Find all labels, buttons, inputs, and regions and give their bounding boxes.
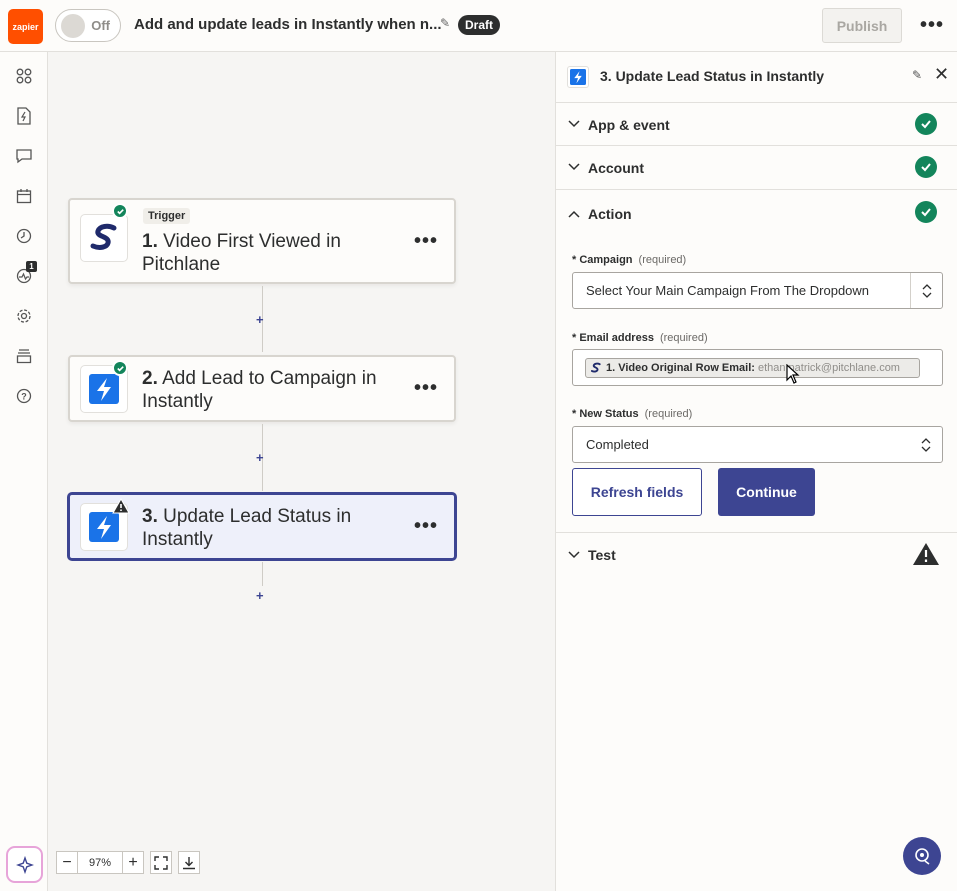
fit-view-button[interactable] (150, 851, 172, 874)
pitchlane-app-icon (590, 362, 601, 373)
step-title: 3. Update Lead Status in Instantly (142, 506, 352, 550)
warning-icon (112, 498, 130, 514)
new-status-select[interactable]: Completed (572, 426, 943, 463)
step-menu-icon[interactable]: ••• (414, 377, 438, 400)
section-title: App & event (588, 117, 670, 133)
mouse-cursor-icon (786, 364, 800, 384)
support-icon (915, 848, 930, 865)
toggle-knob (61, 14, 85, 38)
expand-icon (154, 855, 168, 870)
check-circle-icon (915, 201, 937, 223)
new-status-value: Completed (586, 437, 649, 452)
email-address-field[interactable]: 1. Video Original Row Email: ethan.patri… (572, 349, 943, 386)
step-title: 2. Add Lead to Campaign in Instantly (142, 368, 377, 412)
section-app-event[interactable]: App & event (556, 103, 957, 146)
email-label: * Email address (required) (572, 332, 708, 344)
check-icon (112, 360, 128, 376)
step-menu-icon[interactable]: ••• (414, 515, 438, 538)
chevron-updown-icon (910, 427, 942, 462)
chevron-down-icon (568, 548, 580, 562)
pill-field-name: 1. Video Original Row Email: (606, 362, 755, 374)
new-status-label: * New Status (required) (572, 408, 693, 420)
step-editor-panel: 3. Update Lead Status in Instantly ✎ ✕ A… (555, 52, 957, 891)
sparkle-icon (15, 855, 34, 874)
svg-text:?: ? (21, 392, 27, 402)
mapped-field-pill[interactable]: 1. Video Original Row Email: ethan.patri… (585, 358, 920, 378)
check-icon (112, 203, 128, 219)
logo-text: zapier (12, 21, 39, 32)
publish-button[interactable]: Publish (822, 8, 902, 43)
section-account[interactable]: Account (556, 146, 957, 190)
ai-copilot-button[interactable] (6, 846, 43, 883)
history-icon[interactable] (14, 226, 34, 246)
section-title[interactable]: Action (588, 206, 632, 222)
more-options-icon[interactable]: ••• (920, 14, 944, 37)
chevron-up-icon[interactable] (568, 207, 580, 221)
zoom-in-button[interactable]: + (122, 851, 144, 874)
left-sidebar: 1 ? (0, 52, 48, 891)
status-badge: Draft (458, 15, 501, 35)
zap-file-icon[interactable] (14, 106, 34, 126)
calendar-icon[interactable] (14, 186, 34, 206)
add-step-icon[interactable]: + (256, 588, 264, 603)
layers-icon[interactable] (14, 346, 34, 366)
step-menu-icon[interactable]: ••• (414, 230, 438, 253)
chevron-down-icon (568, 117, 580, 131)
zoom-controls: − 97% + (56, 851, 200, 875)
chevron-down-icon (568, 160, 580, 174)
trigger-tag: Trigger (143, 208, 191, 224)
check-circle-icon (915, 113, 937, 135)
continue-button[interactable]: Continue (718, 468, 815, 516)
warning-icon (913, 543, 939, 565)
download-button[interactable] (178, 851, 200, 874)
refresh-fields-button[interactable]: Refresh fields (572, 468, 702, 516)
add-step-icon[interactable]: + (256, 450, 264, 465)
download-icon (183, 856, 195, 869)
check-circle-icon (915, 156, 937, 178)
panel-title: 3. Update Lead Status in Instantly (600, 68, 825, 84)
comment-icon[interactable] (14, 146, 34, 166)
zoom-level: 97% (78, 851, 122, 874)
step-title: 1. Video First Viewed in Pitchlane (142, 231, 341, 275)
close-icon[interactable]: ✕ (934, 64, 949, 85)
section-title: Test (588, 547, 616, 563)
pitchlane-app-icon (80, 214, 128, 262)
edit-step-name-icon[interactable]: ✎ (912, 68, 922, 82)
toggle-label: Off (91, 18, 110, 33)
editor-canvas[interactable] (48, 52, 555, 891)
add-step-icon[interactable]: + (256, 312, 264, 327)
campaign-select[interactable]: Select Your Main Campaign From The Dropd… (572, 272, 943, 309)
pill-field-value: ethan.patrick@pitchlane.com (757, 362, 900, 374)
connector-line (262, 562, 263, 586)
campaign-label: * Campaign (required) (572, 254, 687, 266)
section-test[interactable]: Test (556, 533, 957, 577)
zap-title[interactable]: Add and update leads in Instantly when n… (134, 16, 442, 33)
settings-icon[interactable] (14, 306, 34, 326)
instantly-app-icon (567, 66, 589, 88)
edit-title-icon[interactable]: ✎ (440, 16, 450, 30)
notification-count: 1 (26, 261, 37, 272)
zap-on-off-toggle[interactable]: Off (55, 9, 121, 42)
section-title: Account (588, 160, 644, 176)
zapier-logo[interactable]: zapier (8, 9, 43, 44)
campaign-value: Select Your Main Campaign From The Dropd… (586, 283, 870, 298)
top-bar: zapier Off Add and update leads in Insta… (0, 0, 957, 52)
zoom-out-button[interactable]: − (56, 851, 78, 874)
apps-icon[interactable] (14, 66, 34, 86)
chevron-updown-icon (910, 273, 942, 308)
support-chat-button[interactable] (903, 837, 941, 875)
panel-header: 3. Update Lead Status in Instantly ✎ ✕ (556, 52, 957, 103)
help-icon[interactable]: ? (14, 386, 34, 406)
